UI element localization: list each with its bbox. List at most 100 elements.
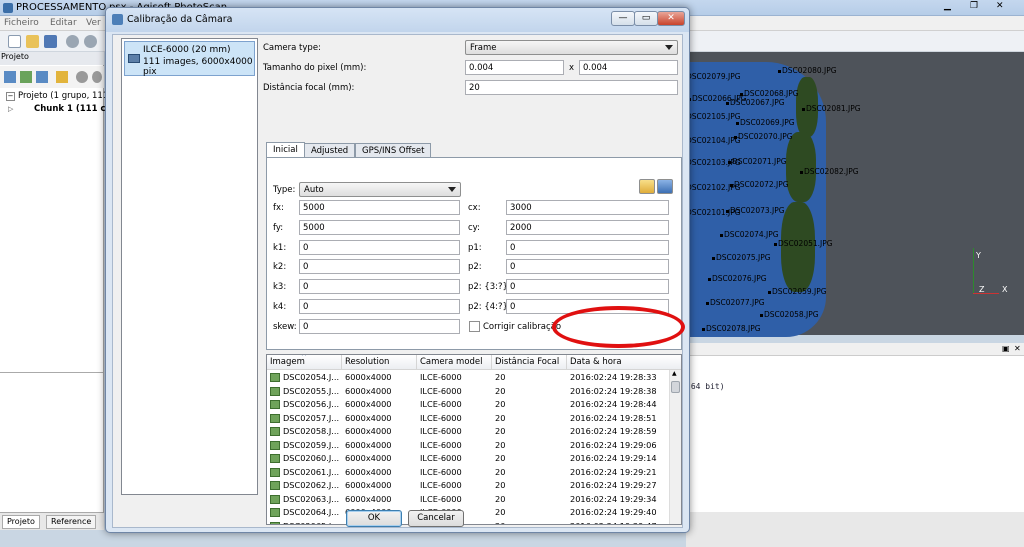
col-resolution[interactable]: Resolution <box>345 357 389 367</box>
tab-inicial[interactable]: Inicial <box>266 142 305 158</box>
close-button[interactable]: ✕ <box>657 11 685 26</box>
camera-label[interactable]: DSC02068.JPG <box>744 89 799 98</box>
menu-editar[interactable]: Editar <box>50 18 77 28</box>
p1-input[interactable]: 0 <box>506 240 669 255</box>
table-row[interactable]: DSC02061.J... 6000x4000 ILCE-6000 20 2016:02… <box>267 466 669 480</box>
close-icon[interactable]: ✕ <box>1014 344 1021 353</box>
camera-label[interactable]: DSC02072.JPG <box>734 180 789 189</box>
tab-reference[interactable]: Reference <box>46 515 97 529</box>
col-camera-model[interactable]: Camera model <box>420 357 483 367</box>
table-row[interactable]: DSC02058.J... 6000x4000 ILCE-6000 20 2016:02… <box>267 425 669 439</box>
table-row[interactable]: DSC02056.J... 6000x4000 ILCE-6000 20 2016:02… <box>267 398 669 412</box>
fix-calibration-checkbox[interactable] <box>469 321 480 332</box>
save-calibration-icon[interactable] <box>657 179 673 194</box>
camera-list[interactable]: ILCE-6000 (20 mm) 111 images, 6000x4000 … <box>121 38 258 495</box>
table-row[interactable]: DSC02060.J... 6000x4000 ILCE-6000 20 2016:02… <box>267 452 669 466</box>
expand-icon[interactable]: ▷ <box>8 105 13 113</box>
fix-calibration-label[interactable]: Corrigir calibração <box>483 322 561 332</box>
marker-icon[interactable] <box>56 71 68 83</box>
remove-icon[interactable] <box>76 71 88 83</box>
camera-label[interactable]: DSC02079.JPG <box>686 72 741 81</box>
camera-label[interactable]: DSC02058.JPG <box>764 310 819 319</box>
k4-input[interactable]: 0 <box>299 299 460 314</box>
camera-label[interactable]: DSC02075.JPG <box>716 253 771 262</box>
table-row[interactable]: DSC02059.J... 6000x4000 ILCE-6000 20 2016:02… <box>267 439 669 453</box>
camera-label[interactable]: DSC02104.JPG <box>686 136 741 145</box>
camera-label[interactable]: DSC02059.JPG <box>772 287 827 296</box>
menu-ficheiro[interactable]: Ficheiro <box>4 18 39 28</box>
app-window-controls[interactable]: ▁ ❐ ✕ <box>942 1 1022 14</box>
images-table[interactable]: Imagem ^ Resolution Camera model Distânc… <box>266 354 682 525</box>
collapse-icon[interactable]: − <box>6 92 15 101</box>
tab-gps-ins-offset[interactable]: GPS/INS Offset <box>355 143 432 158</box>
p2-input[interactable]: 0 <box>506 259 669 274</box>
camera-label[interactable]: DSC02080.JPG <box>782 66 837 75</box>
cx-input[interactable]: 3000 <box>506 200 669 215</box>
k2-input[interactable]: 0 <box>299 259 460 274</box>
add-chunk-icon[interactable] <box>4 71 16 83</box>
camera-label[interactable]: DSC02082.JPG <box>804 167 859 176</box>
p3-input[interactable]: 0 <box>506 279 669 294</box>
pixel-size-y-input[interactable]: 0.004 <box>579 60 678 75</box>
cy-input[interactable]: 2000 <box>506 220 669 235</box>
table-row[interactable]: DSC02055.J... 6000x4000 ILCE-6000 20 2016:02… <box>267 385 669 399</box>
col-date-time[interactable]: Data & hora <box>570 357 622 367</box>
new-icon[interactable] <box>8 35 21 48</box>
folder-open-icon[interactable] <box>639 179 655 194</box>
scrollbar-thumb[interactable] <box>671 381 680 393</box>
camera-type-select[interactable]: Frame <box>465 40 678 55</box>
maximize-button[interactable]: ▭ <box>634 11 658 26</box>
table-row[interactable]: DSC02063.J... 6000x4000 ILCE-6000 20 2016:02… <box>267 493 669 507</box>
camera-label[interactable]: DSC02105.JPG <box>686 112 741 121</box>
table-row[interactable]: DSC02057.J... 6000x4000 ILCE-6000 20 2016:02… <box>267 412 669 426</box>
tab-adjusted[interactable]: Adjusted <box>304 143 356 158</box>
camera-label[interactable]: DSC02067.JPG <box>730 98 785 107</box>
image-icon <box>270 467 280 477</box>
camera-label[interactable]: DSC02070.JPG <box>738 132 793 141</box>
float-icon[interactable]: ▣ <box>1002 344 1010 353</box>
restore-icon[interactable]: ❐ <box>970 1 978 11</box>
cancel-button[interactable]: Cancelar <box>408 510 464 527</box>
fy-input[interactable]: 5000 <box>299 220 460 235</box>
table-row[interactable]: DSC02065.J...6000x4000ILCE-6000202016:02… <box>267 520 669 524</box>
k1-input[interactable]: 0 <box>299 240 460 255</box>
fx-input[interactable]: 5000 <box>299 200 460 215</box>
camera-label[interactable]: DSC02077.JPG <box>710 298 765 307</box>
undo-icon[interactable] <box>66 35 79 48</box>
settings-icon[interactable] <box>92 71 102 83</box>
add-photos-icon[interactable] <box>20 71 32 83</box>
col-imagem[interactable]: Imagem <box>270 357 305 367</box>
camera-label[interactable]: DSC02074.JPG <box>724 230 779 239</box>
close-icon[interactable]: ✕ <box>996 1 1004 11</box>
camera-label[interactable]: DSC02051.JPG <box>778 239 833 248</box>
k3-input[interactable]: 0 <box>299 279 460 294</box>
table-row[interactable]: DSC02064.J...6000x4000ILCE-6000202016:02… <box>267 506 669 520</box>
col-focal-length[interactable]: Distância Focal <box>495 357 559 367</box>
minimize-icon[interactable]: ▁ <box>944 1 951 11</box>
minimize-button[interactable]: — <box>611 11 635 26</box>
save-icon[interactable] <box>44 35 57 48</box>
camera-label[interactable]: DSC02076.JPG <box>712 274 767 283</box>
redo-icon[interactable] <box>84 35 97 48</box>
table-scrollbar[interactable]: ▲ <box>669 370 681 524</box>
camera-label[interactable]: DSC02081.JPG <box>806 104 861 113</box>
open-icon[interactable] <box>26 35 39 48</box>
camera-label[interactable]: DSC02069.JPG <box>740 118 795 127</box>
ok-button[interactable]: OK <box>346 510 402 527</box>
camera-label[interactable]: DSC02073.JPG <box>730 206 785 215</box>
camera-label[interactable]: DSC02078.JPG <box>706 324 761 333</box>
tree-project[interactable]: Projeto (1 grupo, 111 <box>18 91 108 101</box>
menu-ver[interactable]: Ver <box>86 18 101 28</box>
model-viewport[interactable]: DSC02068.JPG DSC02066.JPG DSC02067.JPG DSC0… <box>682 52 1024 337</box>
pixel-size-x-input[interactable]: 0.004 <box>465 60 564 75</box>
calibration-type-select[interactable]: Auto <box>299 182 461 197</box>
table-row[interactable]: DSC02062.J... 6000x4000 ILCE-6000 20 2016:02… <box>267 479 669 493</box>
tab-projeto[interactable]: Projeto <box>2 515 40 529</box>
add-folder-icon[interactable] <box>36 71 48 83</box>
table-row[interactable]: DSC02054.J... 6000x4000 ILCE-6000 20 2016:02… <box>267 371 669 385</box>
camera-label[interactable]: DSC02071.JPG <box>732 157 787 166</box>
camera-list-item[interactable]: ILCE-6000 (20 mm) 111 images, 6000x4000 … <box>124 41 255 77</box>
scroll-up-icon[interactable]: ▲ <box>672 370 677 377</box>
skew-input[interactable]: 0 <box>299 319 460 334</box>
focal-length-input[interactable]: 20 <box>465 80 678 95</box>
